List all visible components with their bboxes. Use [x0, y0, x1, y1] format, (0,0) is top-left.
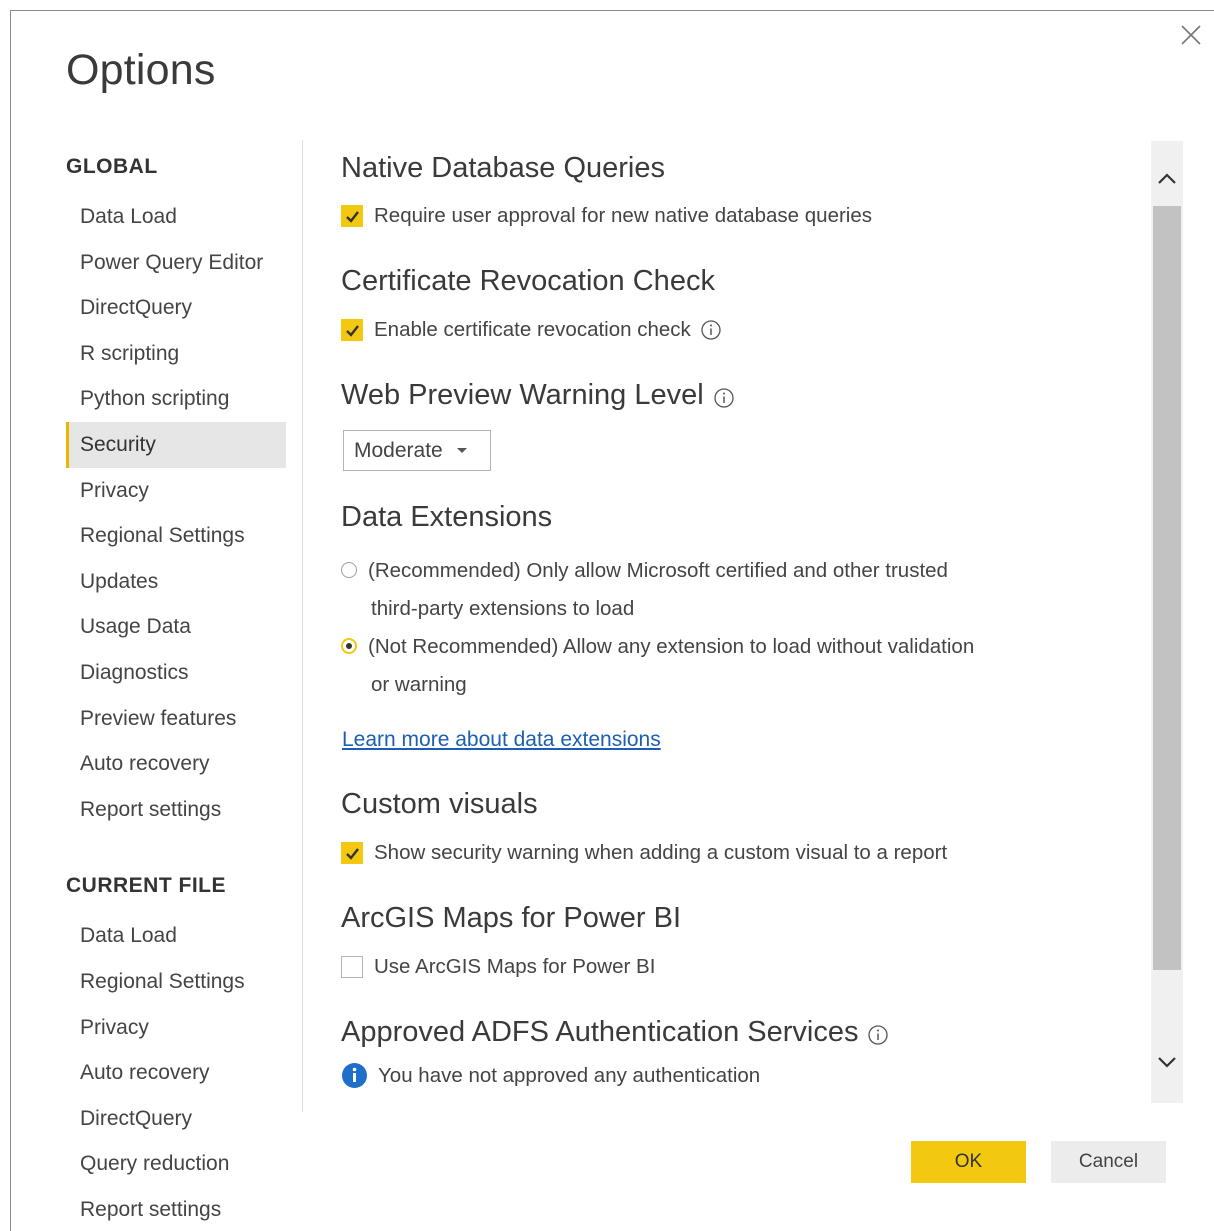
nav-item-file-auto-recovery[interactable]: Auto recovery: [66, 1050, 286, 1096]
nav-item-global-diagnostics[interactable]: Diagnostics: [66, 650, 286, 696]
close-icon: [1181, 25, 1201, 45]
info-icon[interactable]: [867, 1024, 889, 1046]
learn-more-data-extensions-link[interactable]: Learn more about data extensions: [342, 728, 661, 752]
ok-button[interactable]: OK: [911, 1141, 1026, 1183]
chevron-down-icon: [456, 448, 467, 453]
nav-item-global-data-load[interactable]: Data Load: [66, 194, 286, 240]
info-icon[interactable]: [713, 387, 735, 409]
cert-revocation-label: Enable certificate revocation check: [374, 318, 691, 341]
native-db-row: Require user approval for new native dat…: [341, 204, 872, 228]
nav-item-file-privacy[interactable]: Privacy: [66, 1005, 286, 1051]
scroll-down-button[interactable]: [1151, 1046, 1183, 1078]
data-extensions-option-1[interactable]: (Recommended) Only allow Microsoft certi…: [341, 552, 1061, 628]
cert-revocation-title: Certificate Revocation Check: [341, 265, 715, 297]
arcgis-label: Use ArcGIS Maps for Power BI: [374, 955, 656, 978]
arcgis-row: Use ArcGIS Maps for Power BI: [341, 955, 655, 979]
nav-item-file-report-settings[interactable]: Report settings: [66, 1187, 286, 1231]
web-preview-level-value: Moderate: [354, 438, 443, 462]
options-nav: GLOBAL Data Load Power Query Editor Dire…: [66, 150, 286, 1231]
chevron-up-icon: [1158, 173, 1176, 184]
arcgis-checkbox[interactable]: [341, 956, 363, 978]
nav-item-global-auto-recovery[interactable]: Auto recovery: [66, 741, 286, 787]
nav-item-global-python-scripting[interactable]: Python scripting: [66, 376, 286, 422]
nav-item-global-usage-data[interactable]: Usage Data: [66, 604, 286, 650]
radio-not-recommended[interactable]: [341, 638, 357, 655]
nav-item-file-directquery[interactable]: DirectQuery: [66, 1096, 286, 1142]
scroll-thumb[interactable]: [1153, 206, 1181, 970]
dialog-title: Options: [66, 46, 216, 94]
nav-divider: [302, 140, 303, 1112]
adfs-title: Approved ADFS Authentication Services: [341, 1016, 859, 1048]
scroll-up-button[interactable]: [1151, 163, 1183, 195]
data-extensions-title: Data Extensions: [341, 501, 553, 533]
nav-item-global-updates[interactable]: Updates: [66, 559, 286, 605]
custom-visuals-checkbox[interactable]: [341, 842, 363, 864]
web-preview-title: Web Preview Warning Level: [341, 379, 704, 411]
custom-visuals-title: Custom visuals: [341, 788, 538, 820]
nav-item-file-regional-settings[interactable]: Regional Settings: [66, 959, 286, 1005]
checkmark-icon: [345, 847, 359, 860]
nav-item-file-data-load[interactable]: Data Load: [66, 913, 286, 959]
arcgis-title: ArcGIS Maps for Power BI: [341, 902, 682, 934]
web-preview-title-row: Web Preview Warning Level: [341, 379, 735, 412]
cancel-button[interactable]: Cancel: [1051, 1141, 1166, 1183]
nav-item-global-regional-settings[interactable]: Regional Settings: [66, 513, 286, 559]
checkmark-icon: [345, 210, 359, 223]
option-1-text-cont: third-party extensions to load: [371, 597, 635, 620]
custom-visuals-label: Show security warning when adding a cust…: [374, 841, 948, 864]
native-db-label: Require user approval for new native dat…: [374, 204, 872, 227]
web-preview-level-dropdown[interactable]: Moderate: [343, 430, 491, 471]
close-button[interactable]: [1176, 20, 1206, 50]
native-db-checkbox[interactable]: [341, 205, 363, 227]
adfs-message-row: You have not approved any authentication: [341, 1062, 760, 1089]
data-extensions-option-2[interactable]: (Not Recommended) Allow any extension to…: [341, 628, 1061, 704]
option-2-text: (Not Recommended) Allow any extension to…: [368, 635, 975, 658]
radio-recommended[interactable]: [341, 562, 357, 579]
option-1-text: (Recommended) Only allow Microsoft certi…: [368, 559, 948, 582]
custom-visuals-row: Show security warning when adding a cust…: [341, 841, 947, 865]
nav-item-global-r-scripting[interactable]: R scripting: [66, 331, 286, 377]
option-2-text-cont: or warning: [371, 673, 467, 696]
nav-heading-current-file: CURRENT FILE: [66, 874, 226, 898]
content-scrollbar[interactable]: [1151, 141, 1183, 1103]
adfs-message: You have not approved any authentication: [378, 1063, 761, 1087]
checkmark-icon: [345, 324, 359, 337]
nav-item-global-directquery[interactable]: DirectQuery: [66, 285, 286, 331]
nav-item-file-query-reduction[interactable]: Query reduction: [66, 1141, 286, 1187]
nav-item-global-privacy[interactable]: Privacy: [66, 468, 286, 514]
nav-item-global-report-settings[interactable]: Report settings: [66, 787, 286, 833]
info-filled-icon: [341, 1062, 368, 1089]
nav-item-global-power-query-editor[interactable]: Power Query Editor: [66, 240, 286, 286]
adfs-title-row: Approved ADFS Authentication Services: [341, 1016, 889, 1049]
nav-item-global-security[interactable]: Security: [66, 421, 286, 468]
chevron-down-icon: [1158, 1057, 1176, 1068]
info-icon[interactable]: [700, 319, 722, 341]
native-db-title: Native Database Queries: [341, 152, 665, 184]
cert-revocation-row: Enable certificate revocation check: [341, 318, 722, 342]
cert-revocation-checkbox[interactable]: [341, 319, 363, 341]
nav-item-global-preview-features[interactable]: Preview features: [66, 696, 286, 742]
nav-heading-global: GLOBAL: [66, 155, 158, 178]
